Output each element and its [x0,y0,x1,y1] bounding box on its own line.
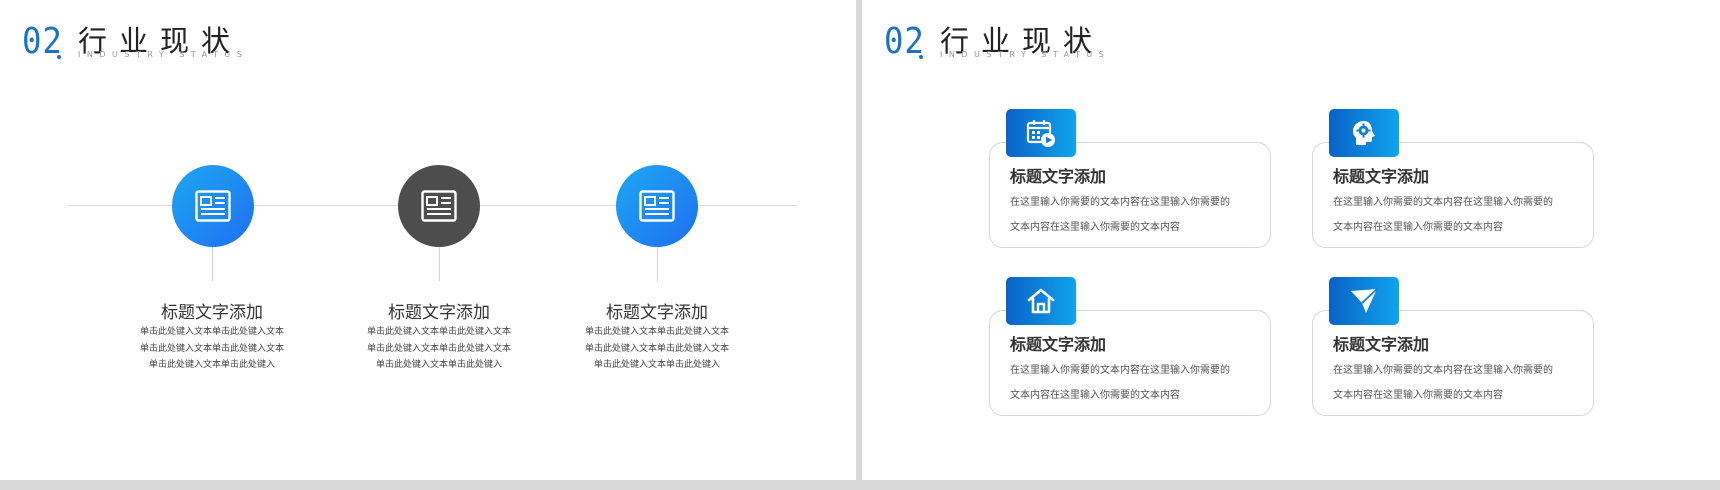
item-desc-line: 单击此处键入文本单击此处键入文本 [366,327,511,337]
section-subtitle: INDUSTRY STATUS [940,50,1111,59]
item-desc-line: 单击此处键入文本单击此处键入文本 [366,343,511,354]
card-title: 标题文字添加 [1010,335,1107,354]
card-title: 标题文字添加 [1333,167,1430,186]
slide-right: 02 行业现状 INDUSTRY STATUS 标题文字添加 在这里输入你需要的… [862,0,1720,480]
section-subtitle: INDUSTRY STATUS [78,50,249,59]
item-desc-line: 单击此处键入文本单击此处键入 [593,360,720,370]
item-title: 标题文字添加 [161,303,263,323]
newspaper-icon [421,190,457,222]
timeline-connector [439,247,440,281]
timeline-circle-1 [172,165,254,247]
head-gear-icon [1353,121,1375,145]
item-desc-line: 单击此处键入文本单击此处键入文本 [139,343,284,354]
card-icon-tile [1006,277,1076,325]
item-desc-line: 单击此处键入文本单击此处键入 [375,360,502,370]
item-desc: 单击此处键入文本单击此处键入文本 单击此处键入文本单击此处键入文本 单击此处键入… [122,324,302,374]
card-desc: 在这里输入你需要的文本内容在这里输入你需要的 文本内容在这里输入你需要的文本内容 [1010,190,1250,240]
card-desc-line: 在这里输入你需要的文本内容在这里输入你需要的 [1333,197,1553,208]
card-desc: 在这里输入你需要的文本内容在这里输入你需要的 文本内容在这里输入你需要的文本内容 [1333,190,1573,240]
calendar-play-icon [1026,120,1055,147]
item-desc-line: 单击此处键入文本单击此处键入文本 [584,343,729,354]
card-desc-line: 文本内容在这里输入你需要的文本内容 [1333,390,1503,401]
card-desc: 在这里输入你需要的文本内容在这里输入你需要的 文本内容在这里输入你需要的文本内容 [1010,358,1250,408]
section-number-dot [57,55,61,59]
card-desc-line: 文本内容在这里输入你需要的文本内容 [1010,390,1180,401]
card-desc-line: 文本内容在这里输入你需要的文本内容 [1333,222,1503,233]
item-desc-line: 单击此处键入文本单击此处键入 [148,360,275,370]
card-desc-line: 文本内容在这里输入你需要的文本内容 [1010,222,1180,233]
home-icon [1027,288,1055,314]
card-desc: 在这里输入你需要的文本内容在这里输入你需要的 文本内容在这里输入你需要的文本内容 [1333,358,1573,408]
paper-plane-icon [1351,288,1378,313]
card-title: 标题文字添加 [1333,335,1430,354]
card-desc-line: 在这里输入你需要的文本内容在这里输入你需要的 [1010,365,1230,376]
card-desc-line: 在这里输入你需要的文本内容在这里输入你需要的 [1333,365,1553,376]
card-icon-tile [1006,109,1076,157]
card-title: 标题文字添加 [1010,167,1107,186]
item-title: 标题文字添加 [606,303,708,323]
item-title: 标题文字添加 [388,303,490,323]
section-number-dot [919,55,923,59]
timeline-circle-2 [398,165,480,247]
card-desc-line: 在这里输入你需要的文本内容在这里输入你需要的 [1010,197,1230,208]
item-desc: 单击此处键入文本单击此处键入文本 单击此处键入文本单击此处键入文本 单击此处键入… [567,324,747,374]
newspaper-icon [639,190,675,222]
item-desc-line: 单击此处键入文本单击此处键入文本 [139,327,284,337]
card-icon-tile [1329,109,1399,157]
item-desc-line: 单击此处键入文本单击此处键入文本 [584,327,729,337]
timeline-circle-3 [616,165,698,247]
timeline-connector [212,247,213,281]
timeline-connector [657,247,658,281]
slide-left: 02 行业现状 INDUSTRY STATUS 标题文字添加 单击此处键入文本单… [0,0,856,480]
card-icon-tile [1329,277,1399,325]
item-desc: 单击此处键入文本单击此处键入文本 单击此处键入文本单击此处键入文本 单击此处键入… [349,324,529,374]
newspaper-icon [195,190,231,222]
